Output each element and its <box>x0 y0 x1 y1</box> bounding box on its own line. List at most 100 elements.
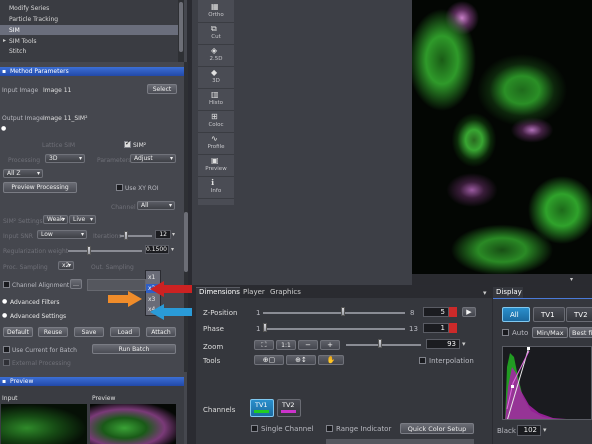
z-range-dropdown[interactable]: All Z <box>3 169 43 178</box>
channel-alignment-label: Channel Alignment <box>12 282 70 289</box>
sim2-checkbox[interactable]: ✓ <box>124 139 131 148</box>
channel-dropdown[interactable]: All <box>137 201 175 210</box>
view-tab-label: Info <box>210 188 222 194</box>
zoom-spin-icon[interactable]: ▾ <box>462 340 466 348</box>
view-tab-histo[interactable]: ▥ Histo <box>198 89 234 111</box>
tree-item[interactable]: Stitch <box>9 48 26 55</box>
tab-player[interactable]: Player <box>243 287 265 298</box>
regularization-spin-icon[interactable]: ▾ <box>171 246 174 253</box>
zoom-field[interactable]: 93 <box>426 339 460 349</box>
panel-collapse-icon[interactable]: ▾ <box>570 276 573 283</box>
run-batch-button[interactable]: Run Batch <box>92 344 176 354</box>
view-tab-preview[interactable]: ▣ Preview <box>198 155 234 177</box>
attach-button[interactable]: Attach <box>146 327 176 337</box>
range-indicator-checkbox[interactable] <box>326 425 333 432</box>
iterations-slider-thumb[interactable] <box>124 231 128 240</box>
channel-alignment-options-button[interactable]: … <box>70 279 82 289</box>
reuse-button[interactable]: Reuse <box>38 327 68 337</box>
proc-sampling-dropdown[interactable]: x2 <box>58 261 74 270</box>
phase-slider-thumb[interactable] <box>263 323 267 332</box>
zoom-z-tool-icon[interactable]: ⊕↕ <box>286 355 316 365</box>
play-icon[interactable]: ▶ <box>462 307 476 317</box>
zoom-tool-icon[interactable]: ⊕▢ <box>254 355 284 365</box>
processing-dropdown[interactable]: 3D <box>45 154 85 163</box>
tree-item[interactable]: Particle Tracking <box>9 16 58 23</box>
display-channel-tab-all[interactable]: All <box>502 307 530 322</box>
sim-settings-dropdown[interactable]: Weak <box>43 215 68 224</box>
advanced-settings-label[interactable]: Advanced Settings <box>10 313 66 320</box>
method-parameters-header[interactable]: ▪ Method Parameters <box>0 67 184 76</box>
tree-item[interactable]: SIM <box>9 27 20 34</box>
advanced-settings-expand-icon[interactable]: ● <box>2 312 7 319</box>
preview-header[interactable]: ▪ Preview <box>0 377 184 386</box>
default-button[interactable]: Default <box>3 327 33 337</box>
tab-graphics[interactable]: Graphics <box>270 287 301 298</box>
z-position-field[interactable]: 5 <box>423 307 449 317</box>
view-tab-3d[interactable]: ◆ 3D <box>198 67 234 89</box>
display-channel-tab-tv1[interactable]: TV1 <box>533 307 565 322</box>
view-tab-coloc[interactable]: ⊞ Coloc <box>198 111 234 133</box>
tree-item-selected[interactable] <box>0 25 178 35</box>
input-snr-dropdown[interactable]: Low <box>37 230 87 239</box>
tab-display-label[interactable]: Display <box>496 287 522 298</box>
zoom-slider[interactable] <box>346 344 421 346</box>
view-tab-profile[interactable]: ∿ Profile <box>198 133 234 155</box>
quick-color-setup-button[interactable]: Quick Color Setup <box>400 423 474 434</box>
z-position-slider-thumb[interactable] <box>341 307 345 316</box>
tab-dimensions-label[interactable]: Dimensions <box>199 287 240 298</box>
left-panel-scrollbar[interactable] <box>184 62 188 372</box>
view-tab-ortho[interactable]: ▦ Ortho <box>198 1 234 23</box>
channel-alignment-checkbox[interactable] <box>3 281 10 288</box>
black-field[interactable]: 102 <box>517 425 541 436</box>
phase-slider[interactable] <box>263 328 405 330</box>
use-xy-roi-checkbox[interactable] <box>116 184 123 191</box>
image-view[interactable] <box>412 0 592 274</box>
advanced-filters-expand-icon[interactable]: ● <box>2 298 7 305</box>
phase-spinner[interactable] <box>449 323 457 333</box>
tree-item[interactable]: SIM Tools <box>9 38 36 45</box>
save-button[interactable]: Save <box>74 327 104 337</box>
regularization-slider[interactable] <box>68 250 142 252</box>
tree-scrollbar[interactable] <box>178 0 184 62</box>
phase-field[interactable]: 1 <box>423 323 449 333</box>
min-max-button[interactable]: Min/Max <box>532 327 568 338</box>
tree-item[interactable]: Modify Series <box>9 5 49 12</box>
iterations-field[interactable]: 12 <box>155 230 171 239</box>
expand-icon[interactable]: ● <box>1 125 6 132</box>
zoom-in-icon[interactable]: + <box>320 340 340 350</box>
view-tab-cut[interactable]: ⧉ Cut <box>198 23 234 45</box>
single-channel-checkbox[interactable] <box>251 425 258 432</box>
regularization-slider-thumb[interactable] <box>87 246 91 255</box>
view-tab-2-5d[interactable]: ◈ 2.5D <box>198 45 234 67</box>
advanced-filters-label[interactable]: Advanced Filters <box>10 299 60 306</box>
z-position-slider[interactable] <box>263 312 405 314</box>
regularization-field[interactable]: 0.1500 <box>145 245 169 254</box>
sim-live-dropdown[interactable]: Live <box>69 215 96 224</box>
histogram[interactable] <box>502 346 592 420</box>
channel-tv2-button[interactable]: TV2 <box>277 399 301 417</box>
black-spin-icon[interactable]: ▾ <box>543 426 547 434</box>
use-current-for-batch-checkbox[interactable] <box>3 346 10 353</box>
collapse-icon: ▪ <box>2 68 7 75</box>
zoom-fit-icon[interactable]: ⛶ <box>254 340 274 350</box>
interpolation-checkbox[interactable] <box>419 357 426 364</box>
load-button[interactable]: Load <box>110 327 140 337</box>
best-fit-button[interactable]: Best fit <box>569 327 592 338</box>
panel-menu-icon[interactable]: ▾ <box>483 289 487 297</box>
zoom-slider-thumb[interactable] <box>378 339 382 348</box>
preview-processing-button[interactable]: Preview Processing <box>3 182 77 193</box>
view-tab-info[interactable]: ℹ Info <box>198 177 234 199</box>
display-channel-tab-tv2[interactable]: TV2 <box>566 307 592 322</box>
iterations-spin-icon[interactable]: ▾ <box>172 231 175 238</box>
zoom-out-icon[interactable]: − <box>298 340 318 350</box>
zoom-100-icon[interactable]: 1:1 <box>276 340 296 350</box>
expand-arrow-icon[interactable]: ▸ <box>3 37 6 44</box>
parameters-dropdown[interactable]: Adjust <box>130 154 176 163</box>
select-button[interactable]: Select <box>147 84 177 94</box>
channel-tv2-color <box>281 410 296 413</box>
pan-hand-icon[interactable]: ✋ <box>318 355 344 365</box>
external-processing-checkbox[interactable] <box>3 359 10 366</box>
auto-checkbox[interactable] <box>502 329 509 336</box>
channel-tv1-button[interactable]: TV1 <box>250 399 274 417</box>
z-position-spinner[interactable] <box>449 307 457 317</box>
